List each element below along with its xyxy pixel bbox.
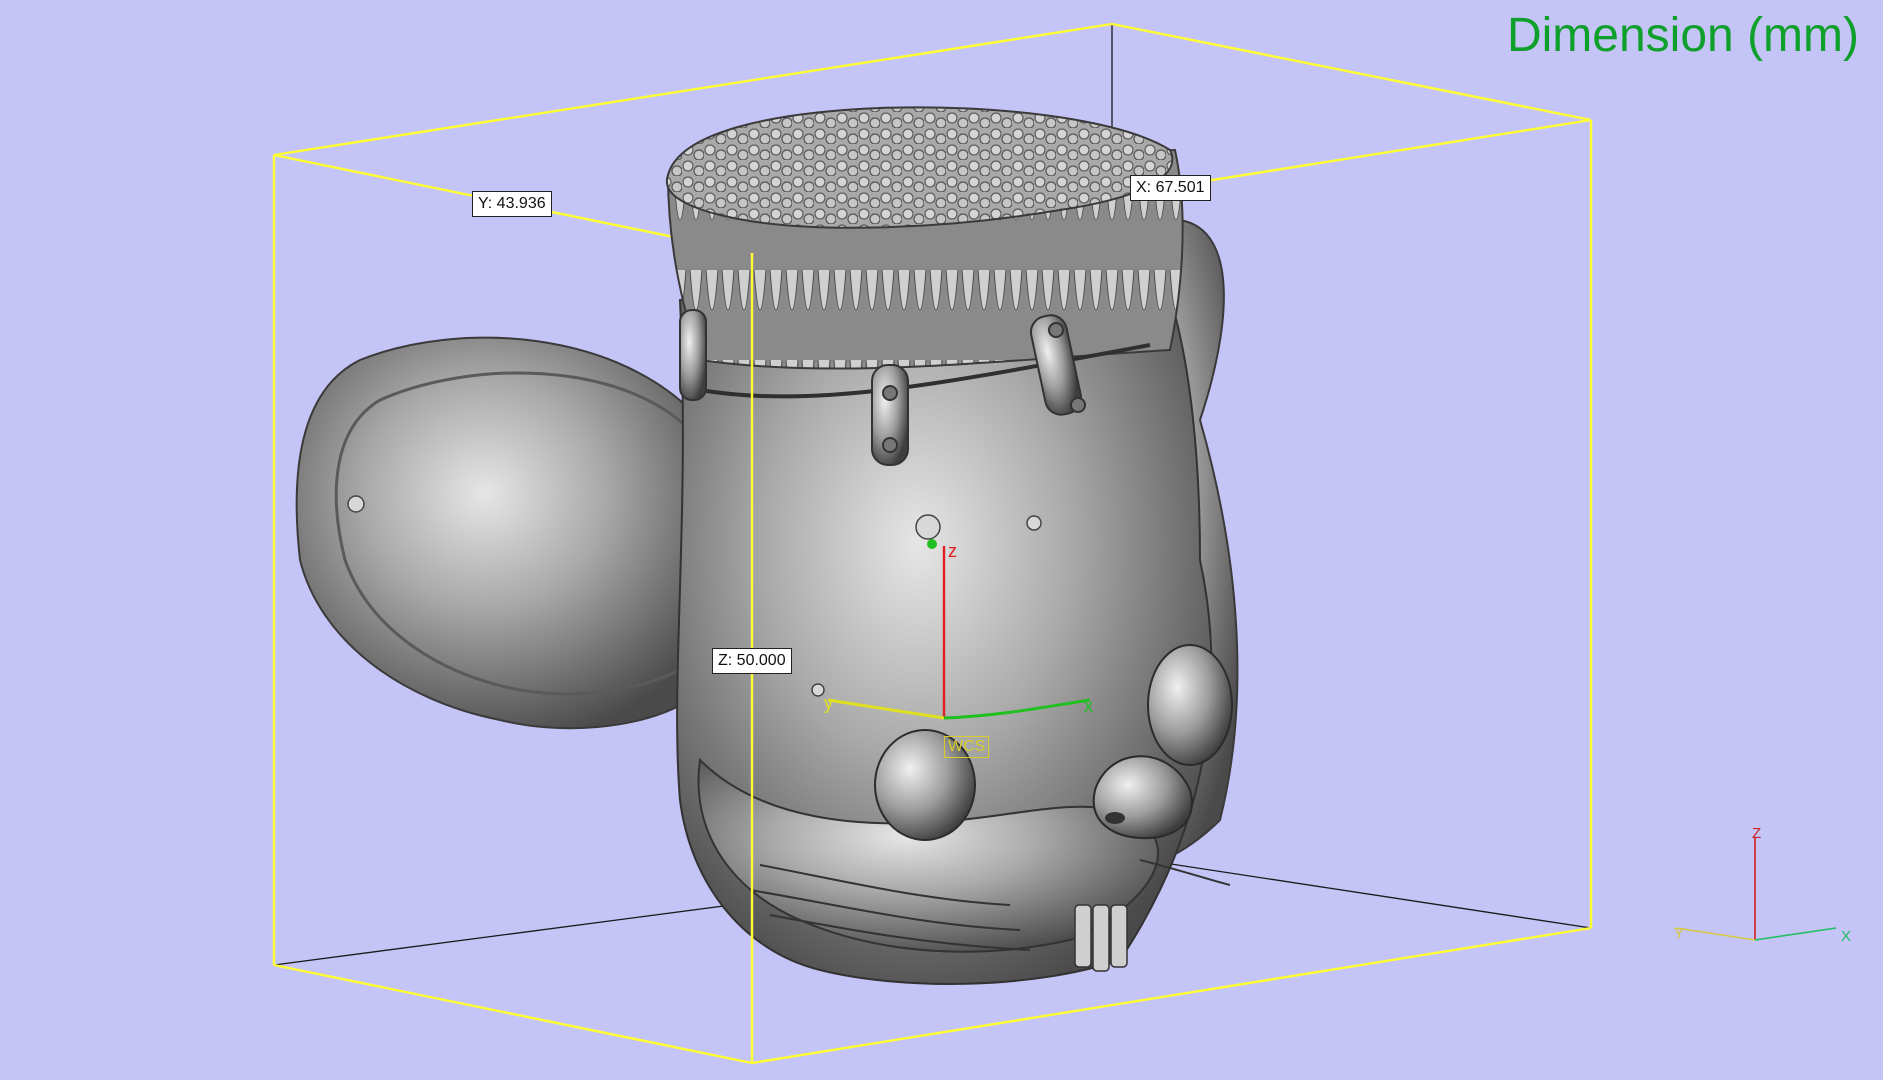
scene-canvas[interactable]: [0, 0, 1883, 1080]
wcs-tag: WCS: [944, 736, 990, 758]
triad-z-label: Z: [1752, 825, 1762, 842]
dimension-title: Dimension (mm): [1506, 9, 1859, 62]
model-eye-right: [1147, 644, 1233, 766]
orientation-triad: [1675, 838, 1837, 941]
model-teeth: [1074, 904, 1128, 972]
wcs-y-axis-label: y: [824, 693, 833, 713]
wcs-z-axis-label: z: [948, 541, 957, 561]
z-dimension-label: Z: 50.000: [712, 648, 792, 674]
wcs-x-axis-label: x: [1084, 696, 1093, 716]
x-dimension-label: X: 67.501: [1130, 175, 1211, 201]
triad-x-label: X: [1841, 928, 1852, 945]
model-ear: [295, 336, 715, 730]
3d-viewport[interactable]: Dimension (mm) Y: 43.936 X: 67.501 Z: 50…: [0, 0, 1883, 1080]
triad-y-label: Y: [1674, 925, 1685, 942]
3d-mesh-model: [295, 106, 1239, 985]
y-dimension-label: Y: 43.936: [472, 191, 552, 217]
